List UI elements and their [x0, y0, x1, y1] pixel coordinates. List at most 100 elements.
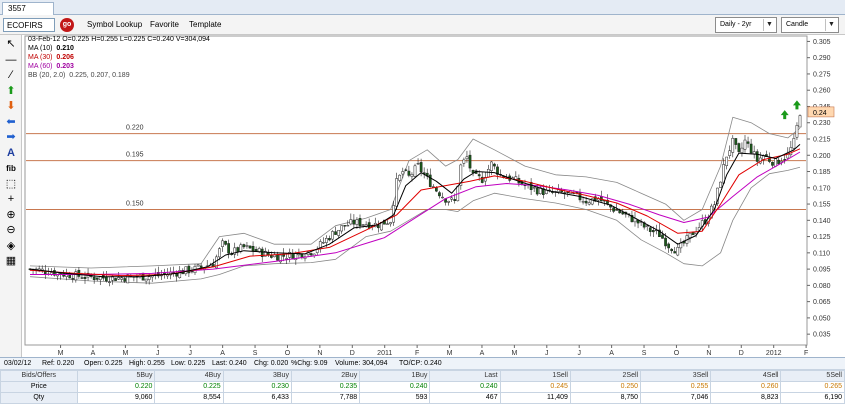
candle: [221, 240, 224, 247]
tab-bar: 3557 ECOFIRS: [0, 0, 845, 25]
trend-line-icon[interactable]: ∕: [3, 68, 19, 83]
crosshair-icon[interactable]: +: [3, 192, 19, 207]
candle: [120, 277, 124, 280]
table-cell: 0.245: [499, 381, 571, 393]
zoom-in-icon[interactable]: ⊕: [3, 208, 19, 223]
candle: [236, 247, 240, 253]
price-chart[interactable]: 0.3050.2900.2750.2600.2450.2300.2150.200…: [22, 35, 845, 357]
y-tick-label: 0.185: [813, 169, 831, 176]
candle: [98, 276, 102, 280]
candle: [447, 200, 450, 203]
candle: [224, 240, 227, 245]
left-arrow-icon[interactable]: ⬅: [3, 115, 19, 130]
quote-summary-bar: 03/02/12 Ref: 0.220 Open: 0.225 High: 0.…: [0, 357, 845, 370]
x-tick-label: A: [91, 350, 96, 357]
candle: [453, 199, 457, 201]
x-tick-label: 2011: [377, 350, 392, 357]
candle: [395, 178, 399, 207]
x-tick-label: A: [609, 350, 614, 357]
high-price: High: 0.255: [129, 360, 165, 367]
select-region-icon[interactable]: ⬚: [3, 177, 19, 192]
cursor-icon[interactable]: ↖: [3, 37, 19, 52]
candle: [346, 225, 350, 227]
candle: [670, 248, 674, 252]
header-cell: 2Sell: [569, 370, 642, 382]
candle: [749, 143, 753, 154]
symbol-input[interactable]: [3, 18, 55, 32]
candle: [126, 274, 130, 284]
right-arrow-icon[interactable]: ➡: [3, 130, 19, 145]
bb-value: 0.225, 0.207, 0.189: [69, 72, 130, 79]
sell-arrow-icon[interactable]: ⬇: [3, 99, 19, 114]
percent-change: %Chg: 9.09: [291, 360, 328, 367]
candle: [248, 245, 252, 249]
y-tick-label: 0.035: [813, 332, 831, 339]
y-tick-label: 0.290: [813, 55, 831, 62]
horizontal-line-label: 0.150: [126, 200, 144, 207]
x-tick-label: N: [317, 350, 322, 357]
candle: [587, 202, 591, 205]
volume: Volume: 304,094: [335, 360, 388, 367]
symbol-lookup-link[interactable]: Symbol Lookup: [87, 19, 142, 31]
template-link[interactable]: Template: [189, 19, 221, 31]
candle: [343, 225, 347, 227]
text-tool-icon[interactable]: A: [3, 146, 19, 161]
pan-icon[interactable]: ◈: [3, 239, 19, 254]
candle: [450, 197, 454, 200]
candle: [334, 231, 337, 235]
chevron-down-icon: ▼: [763, 19, 775, 31]
candle: [331, 231, 334, 240]
candle: [676, 247, 680, 256]
candle: [777, 159, 780, 165]
table-cell: 7,046: [640, 392, 712, 404]
candle: [251, 246, 255, 252]
header-cell: 5Buy: [76, 370, 156, 382]
candle: [468, 154, 472, 169]
grid-icon[interactable]: ▦: [3, 254, 19, 269]
favorite-link[interactable]: Favorite: [150, 19, 179, 31]
candle: [731, 137, 735, 153]
candle: [661, 234, 664, 239]
candle: [795, 125, 799, 138]
x-tick-label: O: [674, 350, 680, 357]
table-cell: 467: [429, 392, 501, 404]
candle: [465, 156, 469, 160]
candle: [83, 276, 87, 279]
buy-arrow-icon[interactable]: ⬆: [3, 84, 19, 99]
fibonacci-icon[interactable]: fib: [3, 161, 19, 176]
candle: [688, 232, 692, 238]
chart-type-select[interactable]: Candle ▼: [781, 17, 839, 33]
go-button[interactable]: go: [60, 18, 74, 32]
candle: [462, 159, 466, 164]
period-select[interactable]: Daily - 2yr ▼: [715, 17, 777, 33]
zoom-out-icon[interactable]: ⊖: [3, 223, 19, 238]
table-cell: 7,788: [290, 392, 361, 404]
candle: [147, 276, 151, 280]
chart-type-select-value: Candle: [786, 21, 809, 28]
header-cell: Last: [429, 370, 501, 382]
x-tick-label: M: [511, 350, 517, 357]
tab-ecofirs[interactable]: 3557 ECOFIRS: [2, 2, 54, 25]
table-cell: 0.225: [154, 381, 224, 393]
candle: [438, 192, 441, 197]
candle: [398, 174, 402, 181]
chart-area[interactable]: 0.3050.2900.2750.2600.2450.2300.2150.200…: [22, 35, 845, 357]
ma10-label: MA (10): [28, 45, 53, 52]
candle: [486, 168, 490, 178]
candle: [227, 243, 230, 254]
candle: [144, 278, 148, 282]
candle: [190, 270, 194, 273]
x-tick-label: A: [480, 350, 485, 357]
y-tick-label: 0.275: [813, 71, 831, 78]
horizontal-line-icon[interactable]: —: [3, 53, 19, 68]
change: Chg: 0.020: [254, 360, 289, 367]
candle: [667, 243, 670, 249]
header-cell: 2Buy: [290, 370, 361, 382]
candle: [285, 258, 289, 260]
y-tick-label: 0.080: [813, 283, 831, 290]
x-tick-label: 2012: [766, 350, 782, 357]
candle: [376, 225, 380, 229]
table-cell: 9,060: [76, 392, 156, 404]
candle: [328, 238, 331, 241]
candle: [792, 138, 796, 149]
